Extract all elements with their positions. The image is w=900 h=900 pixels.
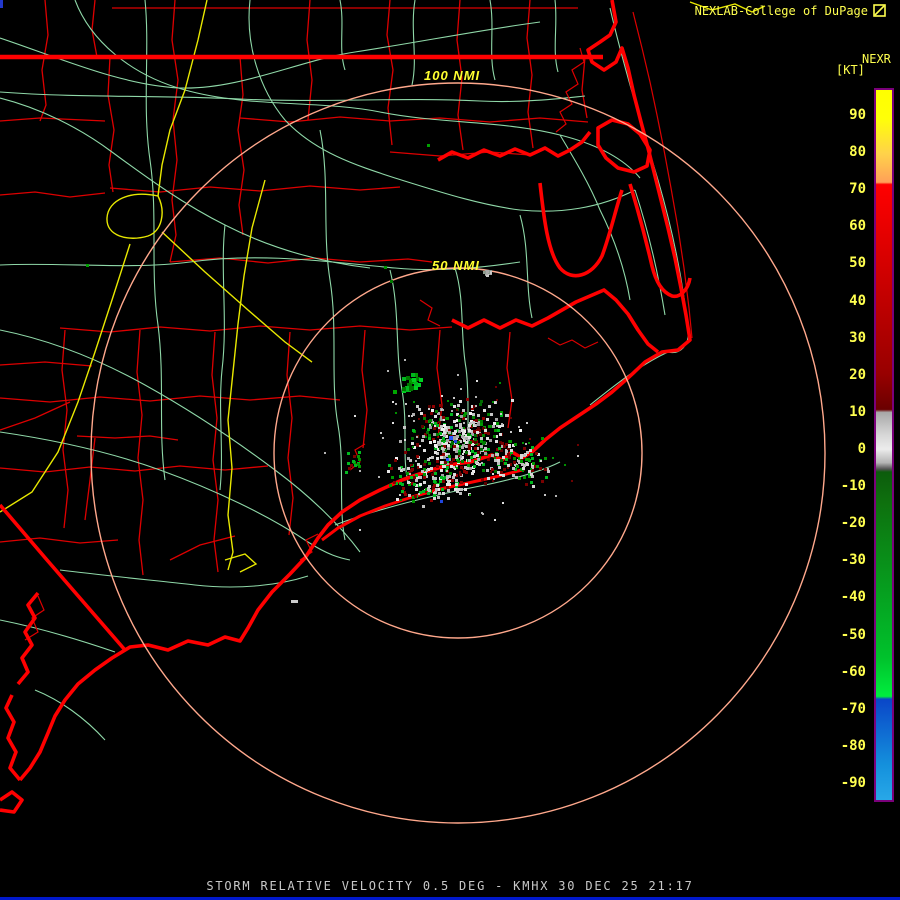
roads-layer [0, 0, 688, 740]
colorbar-tick: -50 [822, 628, 866, 642]
outer-banks-coast [20, 0, 690, 780]
colorbar-tick: 40 [822, 294, 866, 308]
colorbar-tick: 10 [822, 405, 866, 419]
military-boundary-line [0, 505, 125, 650]
site-title: NEXLAB-College of DuPage [695, 4, 868, 18]
colorbar-tick: -40 [822, 590, 866, 604]
colorbar-tick: 60 [822, 219, 866, 233]
dupage-logo-icon [873, 4, 886, 17]
county-lines-layer [0, 0, 588, 575]
colorbar-tick: 80 [822, 145, 866, 159]
radar-map [0, 0, 900, 900]
cape-fear-blob [0, 792, 22, 812]
colorbar-tick: 90 [822, 108, 866, 122]
colorbar-tick: -20 [822, 516, 866, 530]
range-ring-label-100nmi: 100 NMI [424, 68, 480, 83]
colorbar-tick: 50 [822, 256, 866, 270]
colorbar-tick: 30 [822, 331, 866, 345]
velocity-echoes-layer [86, 144, 579, 603]
colorbar-tick: -30 [822, 553, 866, 567]
cape-fear-inlets [6, 695, 20, 780]
radar-viewport: NEXLAB-College of DuPage NEXR [KT] 90 80 7… [0, 0, 900, 900]
colorbar-tick: -80 [822, 739, 866, 753]
colorbar-tick: 70 [822, 182, 866, 196]
colorbar-title: NEXR [862, 52, 891, 66]
colorbar-tick: -90 [822, 776, 866, 790]
colorbar-tick: -70 [822, 702, 866, 716]
velocity-colorbar [874, 88, 894, 802]
colorbar-tick: 20 [822, 368, 866, 382]
colorbar-tick: -10 [822, 479, 866, 493]
range-ring-label-50nmi: 50 NMI [432, 258, 480, 273]
product-title: STORM RELATIVE VELOCITY 0.5 DEG - KMHX 3… [0, 879, 900, 893]
pamlico-neuse-peninsula [540, 183, 622, 276]
colorbar-unit: [KT] [836, 63, 865, 77]
top-left-edge-mark [0, 0, 3, 8]
cape-fear-shore [18, 593, 38, 684]
colorbar-tick: 0 [822, 442, 866, 456]
colorbar-tick: -60 [822, 665, 866, 679]
